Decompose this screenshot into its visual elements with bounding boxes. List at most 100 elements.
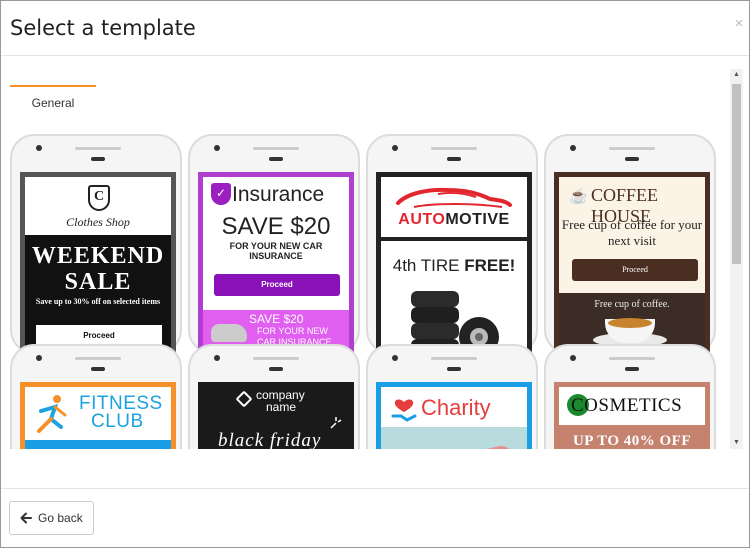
template-brand: AUTOMOTIVE (381, 211, 527, 229)
camera-dot (214, 145, 220, 151)
phone-speaker (447, 157, 461, 161)
template-preview: COSMETICS UP TO 40% OFF (554, 382, 710, 449)
go-back-label: Go back (38, 511, 83, 525)
dialog-body: General C Clothes Shop WEEKEND SALE Save… (1, 57, 749, 487)
template-brand: Insurance (232, 183, 325, 206)
template-card-charity[interactable]: Charity (366, 344, 538, 449)
template-dialog: Select a template × General C Clothes Sh… (0, 0, 750, 548)
template-preview: ☕ COFFEE HOUSE Free cup of coffee for yo… (554, 172, 710, 362)
brand-red-part: AUTO (398, 211, 446, 228)
brand-dark-part: MOTIVE (445, 211, 510, 228)
phone-topline (75, 147, 121, 150)
crema-shape (608, 318, 652, 328)
template-brand-2: name (266, 400, 297, 414)
phone-frame: company name black friday (188, 344, 360, 449)
caret-up-icon[interactable]: ▲ (730, 69, 743, 81)
shield-check-icon: ✓ (211, 183, 231, 205)
phone-frame: ✓ Insurance SAVE $20 FOR YOUR NEW CAR IN… (188, 134, 360, 362)
template-headline: black friday (218, 430, 322, 449)
template-card-insurance[interactable]: ✓ Insurance SAVE $20 FOR YOUR NEW CAR IN… (188, 134, 360, 362)
template-brand-2: CLUB (91, 411, 144, 432)
vertical-scrollbar[interactable]: ▲ ▼ (730, 69, 743, 449)
template-headline: 4th TIRE FREE! (381, 256, 527, 276)
phone-speaker (269, 157, 283, 161)
phone-speaker (91, 367, 105, 371)
template-card-fitness-club[interactable]: FITNESS CLUB (10, 344, 182, 449)
template-card-automotive[interactable]: AUTOMOTIVE 4th TIRE FREE! (366, 134, 538, 362)
camera-dot (36, 355, 42, 361)
phone-frame: AUTOMOTIVE 4th TIRE FREE! (366, 134, 538, 362)
phone-topline (253, 357, 299, 360)
phone-topline (253, 147, 299, 150)
phone-speaker (625, 367, 639, 371)
blue-bar (25, 440, 171, 449)
dialog-title: Select a template (10, 16, 196, 40)
go-back-button[interactable]: Go back (9, 501, 94, 535)
phone-speaker (269, 367, 283, 371)
phone-speaker (91, 157, 105, 161)
shield-icon: C (88, 185, 110, 211)
charity-photo (381, 427, 527, 449)
phone-frame: Charity (366, 344, 538, 449)
heart-hand-icon (391, 399, 417, 422)
template-headline-1: WEEKEND (31, 243, 165, 269)
dialog-footer: Go back (1, 488, 749, 547)
close-icon[interactable]: × (732, 15, 746, 32)
phone-speaker (447, 367, 461, 371)
phone-topline (609, 147, 655, 150)
phone-frame: ☕ COFFEE HOUSE Free cup of coffee for yo… (544, 134, 716, 362)
camera-dot (214, 355, 220, 361)
tab-general[interactable]: General (10, 85, 96, 111)
template-preview: Charity (376, 382, 532, 449)
camera-dot (392, 355, 398, 361)
phone-frame: COSMETICS UP TO 40% OFF (544, 344, 716, 449)
caret-down-icon[interactable]: ▼ (730, 437, 743, 449)
template-brand: Charity (421, 395, 491, 420)
camera-dot (392, 145, 398, 151)
phone-speaker (625, 157, 639, 161)
template-headline-2: SALE (64, 269, 132, 295)
camera-dot (36, 145, 42, 151)
camera-dot (570, 145, 576, 151)
phone-topline (431, 147, 477, 150)
template-card-black-friday[interactable]: company name black friday (188, 344, 360, 449)
template-grid[interactable]: C Clothes Shop WEEKEND SALE Save up to 3… (10, 134, 720, 449)
template-preview: FITNESS CLUB (20, 382, 176, 449)
car-logo-icon (396, 187, 512, 208)
logo-area: COSMETICS (559, 387, 705, 425)
arrow-left-icon (20, 512, 32, 524)
sparkle-icon (330, 417, 342, 429)
divider (381, 237, 527, 241)
template-brand: COSMETICS (571, 395, 683, 416)
phone-frame: C Clothes Shop WEEKEND SALE Save up to 3… (10, 134, 182, 362)
template-headline: Free cup of coffee for your next visit (561, 217, 703, 248)
template-preview: AUTOMOTIVE 4th TIRE FREE! (376, 172, 532, 362)
proceed-button: Proceed (572, 259, 698, 281)
template-brand: Clothes Shop (66, 215, 130, 229)
template-subtext: Save up to 30% off on selected items (35, 297, 161, 306)
banner-headline: SAVE $20 (249, 312, 304, 326)
template-preview: ✓ Insurance SAVE $20 FOR YOUR NEW CAR IN… (198, 172, 354, 362)
template-card-clothes-shop[interactable]: C Clothes Shop WEEKEND SALE Save up to 3… (10, 134, 182, 362)
photo-caption: Free cup of coffee. (594, 299, 670, 310)
phone-topline (431, 357, 477, 360)
phone-frame: FITNESS CLUB (10, 344, 182, 449)
template-preview: C Clothes Shop WEEKEND SALE Save up to 3… (20, 172, 176, 362)
car-image (211, 324, 247, 342)
dialog-header: Select a template × (1, 1, 749, 56)
sale-area: WEEKEND SALE Save up to 30% off on selec… (25, 235, 171, 362)
headline-bold: FREE! (464, 256, 516, 275)
coffee-cup-icon: ☕ (569, 188, 588, 205)
proceed-button: Proceed (214, 274, 340, 296)
template-card-coffee-house[interactable]: ☕ COFFEE HOUSE Free cup of coffee for yo… (544, 134, 716, 362)
runner-icon (37, 395, 67, 433)
phone-topline (75, 357, 121, 360)
template-card-cosmetics[interactable]: COSMETICS UP TO 40% OFF (544, 344, 716, 449)
tag-icon (235, 390, 253, 408)
logo-area: C Clothes Shop (25, 177, 171, 235)
template-subtext: FOR YOUR NEW CAR INSURANCE (229, 241, 323, 261)
template-preview: company name black friday (198, 382, 354, 449)
camera-dot (570, 355, 576, 361)
scrollbar-thumb[interactable] (732, 84, 741, 264)
template-headline: UP TO 40% OFF (559, 425, 705, 449)
